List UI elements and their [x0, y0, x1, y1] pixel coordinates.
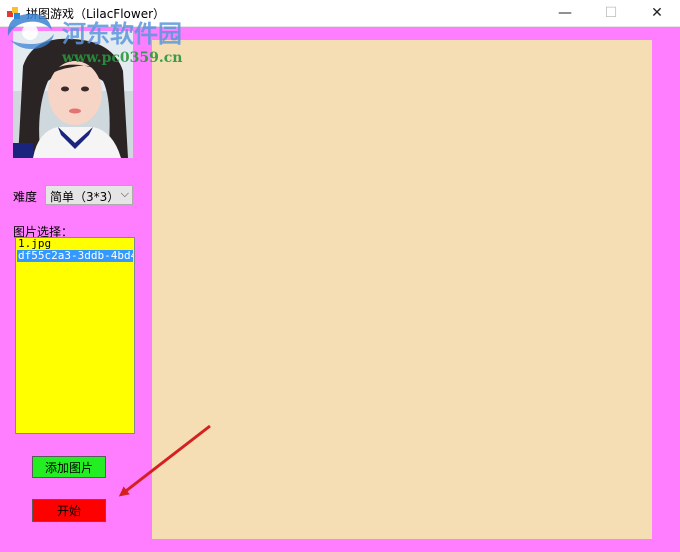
- difficulty-label: 难度: [13, 190, 38, 204]
- preview-thumbnail: [13, 31, 133, 158]
- preview-image: [13, 31, 133, 158]
- minimize-button[interactable]: —: [542, 0, 588, 26]
- puzzle-board[interactable]: [152, 40, 652, 539]
- list-item-selected[interactable]: df55c2a3-3ddb-4bd4-: [17, 250, 133, 262]
- difficulty-select-value: 简单（3*3）: [50, 190, 120, 204]
- chevron-down-icon: ⌵: [120, 187, 129, 200]
- window-title: 拼图游戏（LilacFlower）: [26, 7, 166, 21]
- start-button[interactable]: 开始: [32, 499, 106, 522]
- list-item[interactable]: 1.jpg: [16, 238, 134, 250]
- game-window-client: 难度 简单（3*3） ⌵ 图片选择： 1.jpg df55c2a3-3ddb-4…: [0, 27, 680, 552]
- picture-listbox[interactable]: 1.jpg df55c2a3-3ddb-4bd4-: [15, 237, 135, 434]
- difficulty-select[interactable]: 简单（3*3） ⌵: [45, 185, 133, 205]
- add-picture-button[interactable]: 添加图片: [32, 456, 106, 478]
- title-bar: 拼图游戏（LilacFlower） — ☐ ✕: [0, 0, 680, 27]
- maximize-button[interactable]: ☐: [588, 0, 634, 26]
- app-icon: [7, 7, 20, 19]
- close-button[interactable]: ✕: [634, 0, 680, 26]
